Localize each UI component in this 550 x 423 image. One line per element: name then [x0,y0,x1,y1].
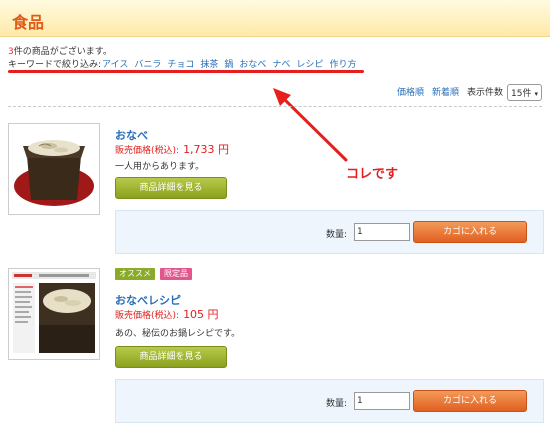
price-label: 販売価格(税込): [115,146,180,156]
keyword-link-nabe-katakana[interactable]: ナベ [272,60,290,70]
annotation-underline [8,70,364,73]
add-to-cart-button[interactable]: カゴに入れる [413,221,527,243]
price-value: 105 円 [183,308,219,321]
keyword-link-chocolate[interactable]: チョコ [167,60,194,70]
page-title: 食品 [12,13,45,32]
product-description: あの、秘伝のお鍋レシピです。 [115,329,241,339]
recommend-badge: オススメ [115,268,155,280]
keyword-link-recipe[interactable]: レシピ [296,60,323,70]
product-image[interactable] [8,268,100,360]
product-price: 販売価格(税込): 105 円 [115,306,219,322]
cart-box: 数量: 1 カゴに入れる [115,210,544,254]
quantity-label: 数量: [326,399,348,409]
quantity-input[interactable]: 1 [354,392,410,410]
keyword-link-vanilla[interactable]: バニラ [134,60,161,70]
keyword-filter: キーワードで絞り込み:アイス バニラ チョコ 抹茶鍋おなべ ナベ レシピ 作り方 [8,57,362,70]
sort-by-price-link[interactable]: 価格順 [397,88,424,98]
limited-badge: 限定品 [160,268,192,280]
annotation-callout: コレです [346,167,399,182]
sort-bar: 価格順 新着順 表示件数 15件 ▾ [397,84,542,101]
product-price: 販売価格(税込): 1,733 円 [115,141,229,157]
keyword-link-howto[interactable]: 作り方 [329,60,356,70]
price-value: 1,733 円 [183,143,230,156]
keyword-link-matcha[interactable]: 抹茶 [200,60,218,70]
per-page-value: 15件 [511,89,532,99]
product-detail-button[interactable]: 商品詳細を見る [115,346,227,368]
category-header: 食品 [0,0,550,37]
keyword-link-nabe-kanji[interactable]: 鍋 [224,60,233,70]
price-label: 販売価格(税込): [115,311,180,321]
add-to-cart-button[interactable]: カゴに入れる [413,390,527,412]
keyword-filter-label: キーワードで絞り込み: [8,60,102,70]
keyword-link-ice[interactable]: アイス [102,60,128,70]
result-count: 3件の商品がございます。 [8,44,112,57]
divider [8,106,542,107]
cart-box: 数量: 1 カゴに入れる [115,379,544,423]
quantity-label: 数量: [326,230,348,240]
sort-by-new-link[interactable]: 新着順 [432,88,459,98]
chevron-updown-icon: ▾ [534,90,538,98]
quantity-input[interactable]: 1 [354,223,410,241]
keyword-link-onabe[interactable]: おなべ [239,60,266,70]
product-image[interactable] [8,123,100,215]
per-page-select[interactable]: 15件 ▾ [507,84,542,101]
per-page-label: 表示件数 [467,88,504,98]
result-count-text: 件の商品がございます。 [13,47,112,57]
product-description: 一人用からあります。 [115,162,205,172]
product-detail-button[interactable]: 商品詳細を見る [115,177,227,199]
